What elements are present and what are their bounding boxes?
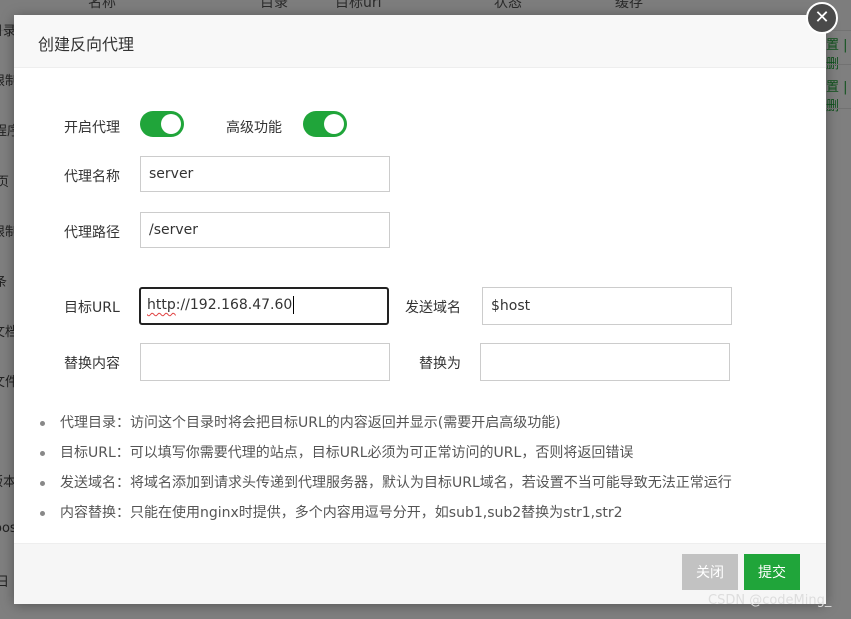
help-note: 发送域名：将域名添加到请求头传递到代理服务器，默认为目标URL域名，若设置不当可… xyxy=(34,473,732,503)
toggle-knob xyxy=(324,114,344,134)
advanced-label: 高级功能 xyxy=(226,120,282,136)
send-domain-label: 发送域名 xyxy=(405,300,461,316)
replace-content-input[interactable] xyxy=(140,343,390,381)
submit-button[interactable]: 提交 xyxy=(744,554,800,590)
dialog-title: 创建反向代理 xyxy=(38,35,135,54)
help-notes-list: 代理目录：访问这个目录时将会把目标URL的内容返回并显示(需要开启高级功能) 目… xyxy=(34,413,732,533)
text-caret xyxy=(293,296,295,314)
proxy-name-label: 代理名称 xyxy=(64,169,120,185)
enable-proxy-toggle[interactable] xyxy=(140,111,184,137)
replace-with-input[interactable] xyxy=(480,343,730,381)
target-url-input[interactable]: http://192.168.47.60 xyxy=(139,287,389,325)
enable-proxy-label: 开启代理 xyxy=(64,120,120,136)
close-button[interactable]: 关闭 xyxy=(682,554,738,590)
dialog-header: 创建反向代理 xyxy=(14,15,826,68)
target-url-label: 目标URL xyxy=(64,300,120,316)
help-note: 内容替换：只能在使用nginx时提供，多个内容用逗号分开，如sub1,sub2替… xyxy=(34,503,732,533)
replace-with-label: 替换为 xyxy=(419,356,461,372)
help-note: 代理目录：访问这个目录时将会把目标URL的内容返回并显示(需要开启高级功能) xyxy=(34,413,732,443)
proxy-path-label: 代理路径 xyxy=(64,225,120,241)
dialog-footer: 关闭 提交 xyxy=(14,543,826,604)
proxy-name-input[interactable]: server xyxy=(140,156,390,192)
advanced-toggle[interactable] xyxy=(303,111,347,137)
spellcheck-underline: http xyxy=(147,297,176,313)
send-domain-input[interactable]: $host xyxy=(482,287,732,325)
proxy-path-input[interactable]: /server xyxy=(140,212,390,248)
target-url-text: ://192.168.47.60 xyxy=(175,297,293,313)
toggle-knob xyxy=(161,114,181,134)
create-reverse-proxy-dialog: 创建反向代理 开启代理 高级功能 代理名称 server 代理路径 /serve… xyxy=(14,15,826,604)
close-icon[interactable]: ✕ xyxy=(806,2,838,34)
help-note: 目标URL：可以填写你需要代理的站点，目标URL必须为可正常访问的URL，否则将… xyxy=(34,443,732,473)
replace-content-label: 替换内容 xyxy=(64,356,120,372)
watermark: CSDN @codeMing_ xyxy=(708,593,832,608)
